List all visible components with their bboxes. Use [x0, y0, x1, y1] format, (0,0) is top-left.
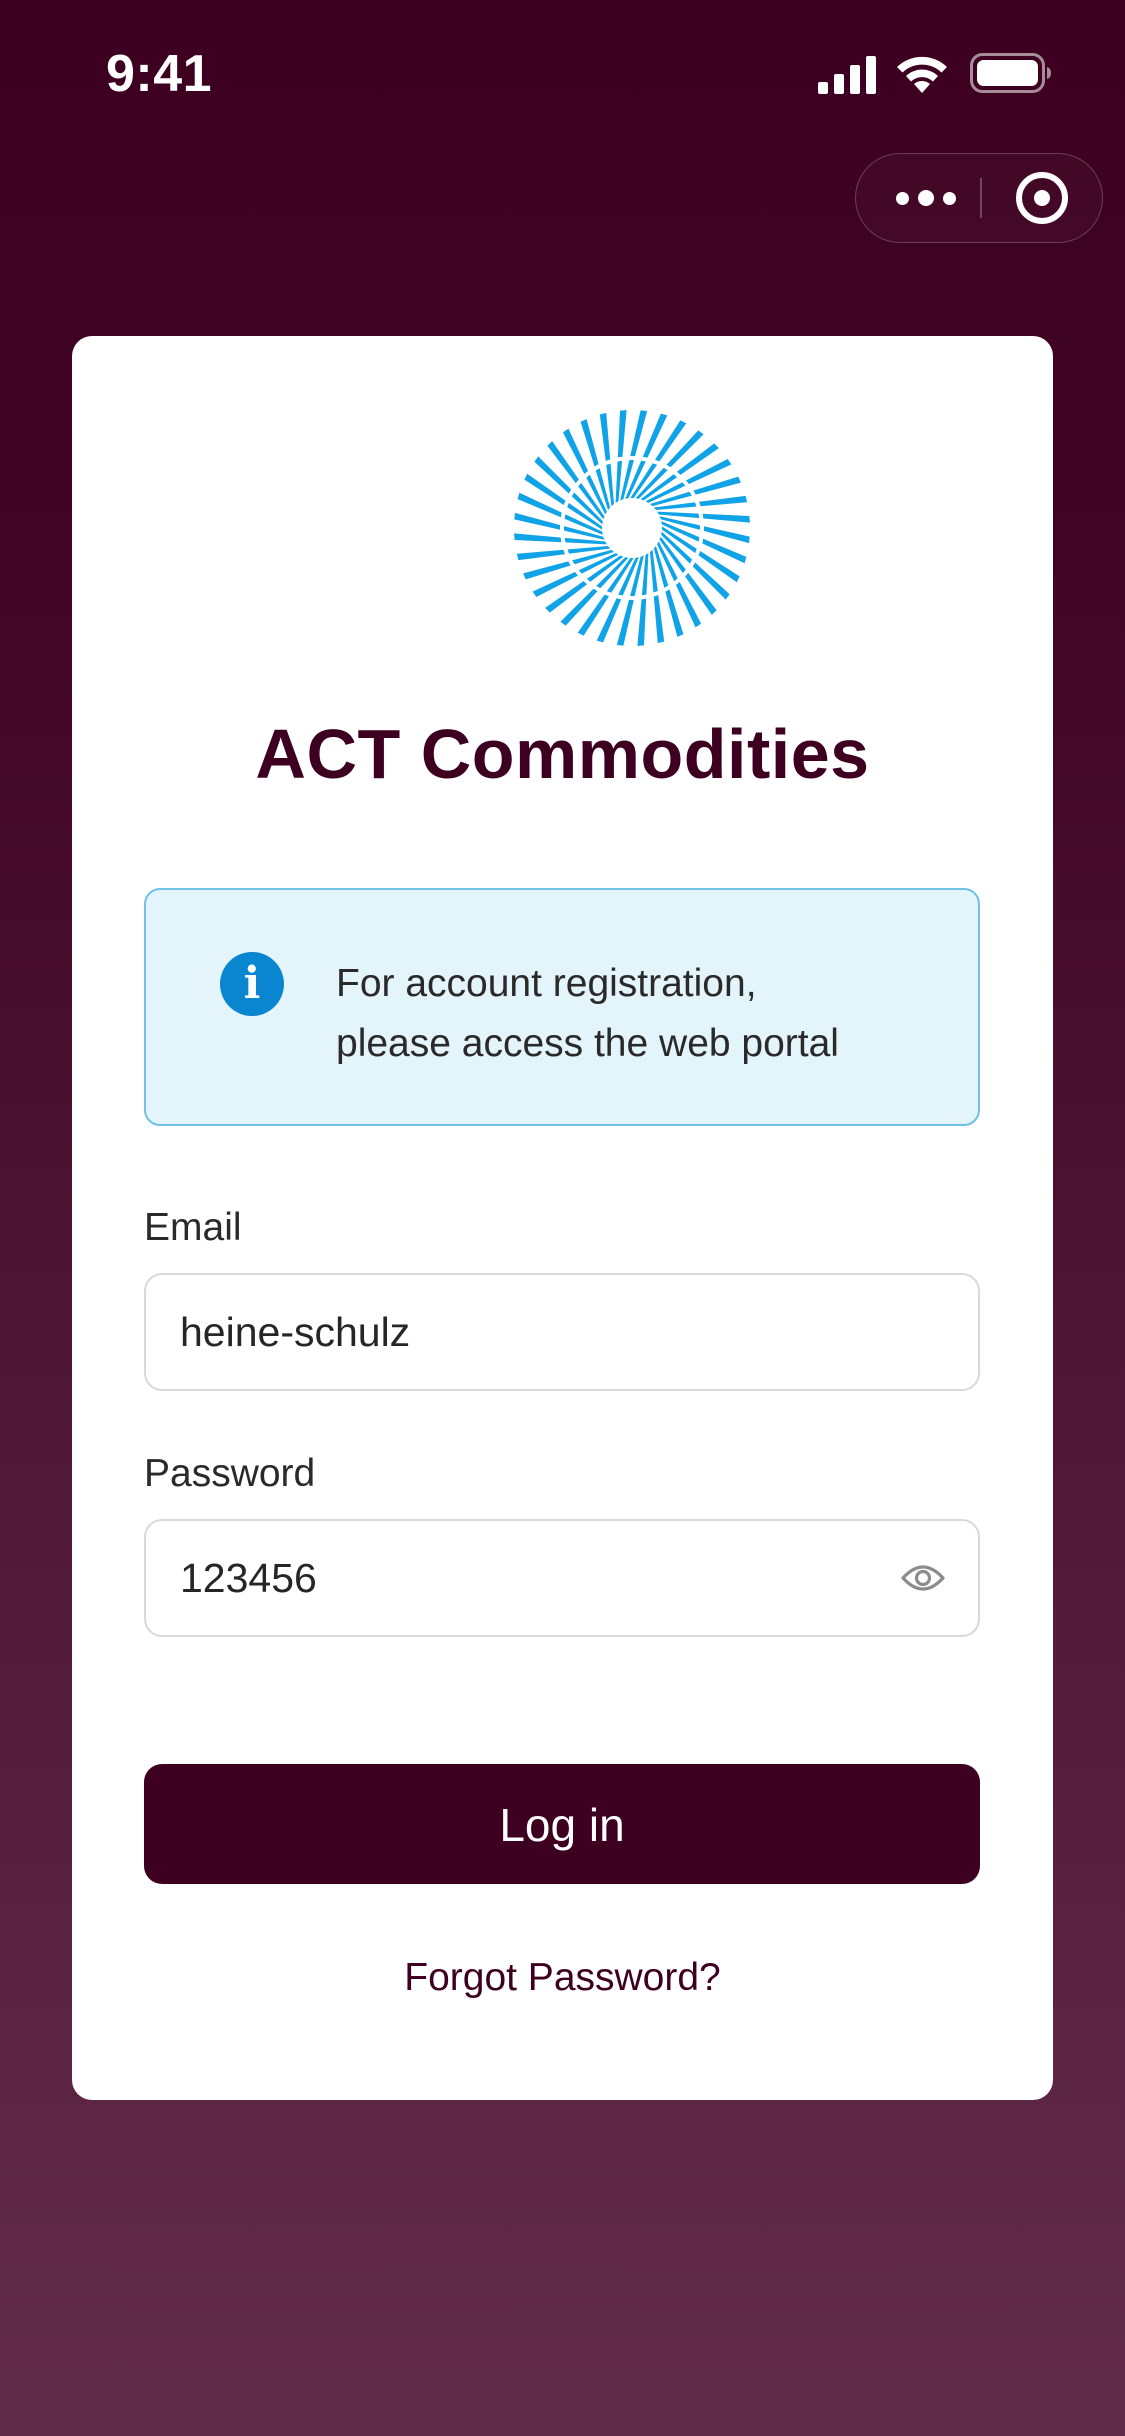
wifi-icon: [897, 56, 947, 93]
info-line-2: please access the web portal: [336, 1022, 839, 1065]
radial-burst-logo: [514, 410, 750, 646]
info-text: For account registration, please access …: [336, 954, 936, 1074]
login-card: ACT Commodities i For account registrati…: [72, 336, 1053, 2100]
more-dots-icon[interactable]: [886, 154, 966, 242]
cellular-signal-icon: [818, 56, 876, 94]
password-label: Password: [144, 1452, 316, 1495]
info-icon: i: [220, 952, 284, 1016]
status-time: 9:41: [106, 45, 213, 103]
eye-icon[interactable]: [900, 1558, 946, 1598]
email-field[interactable]: [144, 1273, 980, 1391]
password-field[interactable]: [144, 1519, 980, 1637]
login-button[interactable]: Log in: [144, 1764, 980, 1884]
mini-program-capsule: [855, 153, 1103, 243]
brand-title: ACT Commodities: [255, 715, 870, 793]
status-bar: 9:41: [0, 0, 1125, 150]
capsule-divider: [980, 178, 982, 218]
info-banner: i For account registration, please acces…: [144, 888, 980, 1126]
email-label: Email: [144, 1206, 242, 1249]
target-circle-icon[interactable]: [1016, 172, 1068, 224]
battery-icon: [970, 53, 1051, 93]
info-line-1: For account registration,: [336, 962, 757, 1005]
forgot-password-link[interactable]: Forgot Password?: [72, 1956, 1053, 2000]
